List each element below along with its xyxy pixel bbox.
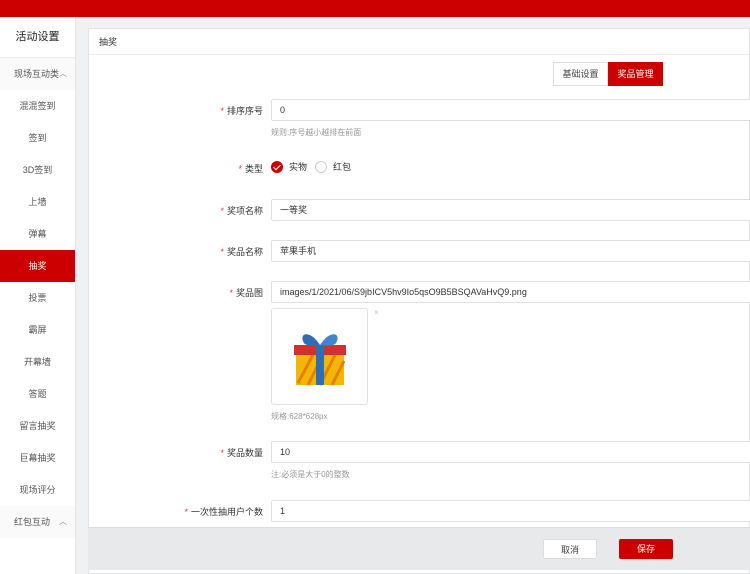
per-draw-input[interactable]: 1: [271, 500, 750, 522]
sidebar-item-3d-signin[interactable]: 3D签到: [0, 154, 75, 186]
gift-icon: [293, 333, 346, 386]
save-button[interactable]: 保存: [619, 539, 673, 559]
form-footer: 取消 保存: [88, 527, 750, 570]
sidebar-item-message-lottery[interactable]: 留言抽奖: [0, 410, 75, 442]
panel-title: 抽奖: [89, 29, 749, 55]
sidebar-item-rating[interactable]: 现场评分: [0, 474, 75, 506]
prize-name-input[interactable]: 苹果手机: [271, 240, 750, 262]
sidebar-item-signin[interactable]: 签到: [0, 122, 75, 154]
sidebar-item-mixed-signin[interactable]: 混混签到: [0, 90, 75, 122]
sidebar-item-fullscreen[interactable]: 霸屏: [0, 314, 75, 346]
sidebar-item-opening-wall[interactable]: 开幕墙: [0, 346, 75, 378]
type-label: * 类型: [238, 164, 263, 174]
sidebar-item-quiz[interactable]: 答题: [0, 378, 75, 410]
sidebar-item-giant-lottery[interactable]: 巨幕抽奖: [0, 442, 75, 474]
radio-physical-label: 实物: [289, 162, 308, 172]
sidebar-group-redpacket[interactable]: 红包互动 ︿: [0, 506, 75, 538]
top-bar: [0, 0, 750, 17]
sidebar-item-vote[interactable]: 投票: [0, 282, 75, 314]
tab-prize-management[interactable]: 奖品管理: [608, 62, 663, 86]
prize-level-label: * 奖项名称: [220, 206, 263, 216]
tab-basic-settings[interactable]: 基础设置: [553, 62, 608, 86]
sidebar-item-danmaku[interactable]: 弹幕: [0, 218, 75, 250]
sidebar-group-label: 红包互动: [14, 517, 51, 527]
type-radio-group: 实物 红包: [271, 160, 359, 173]
sort-hint: 规则:序号越小越排在前面: [271, 128, 362, 137]
sidebar-item-lottery[interactable]: 抽奖: [0, 250, 75, 282]
sort-input[interactable]: 0: [271, 99, 750, 121]
radio-physical[interactable]: [271, 160, 283, 173]
prize-image-thumbnail[interactable]: [271, 308, 368, 405]
radio-redpacket-label: 红包: [333, 162, 352, 172]
sidebar-item-wall[interactable]: 上墙: [0, 186, 75, 218]
sidebar-group-onsite[interactable]: 现场互动类 ︿: [0, 58, 75, 90]
sidebar-group-label: 现场互动类: [14, 69, 60, 79]
prize-image-hint: 规格:628*628px: [271, 412, 328, 421]
chevron-up-icon: ︿: [59, 69, 67, 78]
chevron-up-icon: ︿: [59, 517, 67, 526]
cancel-button[interactable]: 取消: [543, 539, 597, 559]
main-panel: 抽奖 基础设置 奖品管理 * 排序序号 0 规则:序号越小越排在前面 * 类型 实物…: [88, 28, 750, 574]
sidebar-title: 活动设置: [0, 17, 75, 58]
radio-redpacket[interactable]: [315, 160, 328, 173]
tab-bar: 基础设置 奖品管理: [553, 62, 663, 86]
prize-count-label: * 奖品数量: [220, 448, 263, 458]
per-draw-label: * 一次性抽用户个数: [184, 507, 263, 517]
prize-name-label: * 奖品名称: [220, 247, 263, 257]
prize-level-input[interactable]: 一等奖: [271, 199, 750, 221]
sidebar: 活动设置 现场互动类 ︿ 混混签到 签到 3D签到 上墙 弹幕 抽奖 投票 霸屏…: [0, 17, 76, 574]
prize-image-path-input[interactable]: images/1/2021/06/S9jbICV5hv9Io5qsO9B5BSQ…: [271, 281, 750, 303]
remove-image-icon[interactable]: ×: [374, 308, 379, 317]
sort-label: * 排序序号: [220, 106, 263, 116]
prize-count-input[interactable]: 10: [271, 441, 750, 463]
prize-count-hint: 注:必须是大于0的整数: [271, 470, 350, 479]
prize-image-label: * 奖品图: [229, 288, 263, 298]
